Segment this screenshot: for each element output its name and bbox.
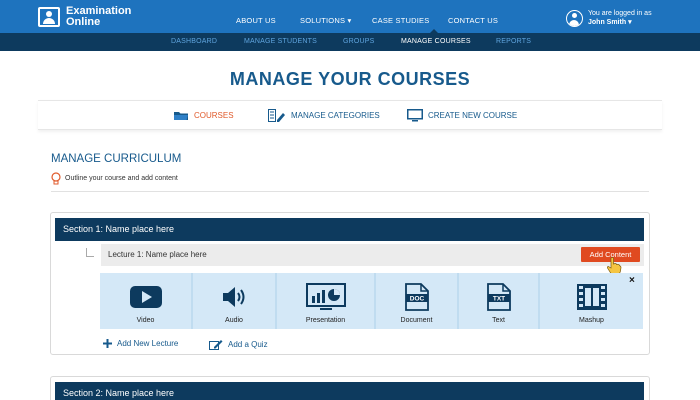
nav-solutions-label: SOLUTIONS [300, 16, 346, 25]
curriculum-hint: Outline your course and add content [51, 172, 178, 185]
film-strip-icon [576, 284, 607, 310]
tab-courses-label: COURSES [194, 111, 234, 120]
svg-text:DOC: DOC [409, 296, 424, 303]
tab-courses[interactable]: COURSES [173, 110, 234, 121]
content-mashup[interactable]: Mashup [540, 273, 643, 329]
plus-icon [103, 339, 112, 348]
doc-file-icon: DOC [404, 283, 429, 311]
add-quiz-link[interactable]: Add a Quiz [209, 339, 268, 350]
curriculum-hint-text: Outline your course and add content [65, 175, 178, 182]
edit-list-icon [268, 109, 285, 122]
lightbulb-icon [51, 172, 61, 185]
lecture-row[interactable]: Lecture 1: Name place here [101, 244, 644, 266]
tree-connector [86, 248, 94, 257]
nav-case-studies[interactable]: CASE STUDIES [372, 16, 429, 25]
txt-file-icon: TXT [486, 283, 511, 311]
nav-about-us[interactable]: ABOUT US [236, 16, 276, 25]
page-title: MANAGE YOUR COURSES [229, 69, 471, 89]
speaker-icon [223, 287, 245, 307]
section-header[interactable]: Section 1: Name place here [55, 218, 644, 241]
nav-contact-us[interactable]: CONTACT US [448, 16, 498, 25]
content-audio[interactable]: Audio [193, 273, 277, 329]
content-text-label: Text [492, 317, 505, 324]
content-text[interactable]: TXT Text [459, 273, 540, 329]
tab-create-new-course[interactable]: CREATE NEW COURSE [407, 109, 517, 122]
content-document[interactable]: DOC Document [376, 273, 459, 329]
brand-name: Examination Online [66, 6, 131, 28]
subnav-manage-courses[interactable]: MANAGE COURSES [401, 38, 471, 45]
content-video-label: Video [136, 317, 155, 324]
subnav-dashboard[interactable]: DASHBOARD [171, 38, 217, 45]
chevron-down-icon: ▾ [347, 16, 352, 25]
presentation-icon [305, 283, 346, 310]
user-chevron-down-icon: ▾ [628, 19, 632, 26]
nav-solutions[interactable]: SOLUTIONS ▾ [300, 16, 351, 25]
content-document-label: Document [400, 317, 433, 324]
active-caret-icon [430, 29, 438, 33]
section-header-2[interactable]: Section 2: Name place here [55, 382, 644, 400]
divider [51, 191, 649, 192]
edit-note-icon [209, 340, 223, 350]
tab-manage-categories-label: MANAGE CATEGORIES [291, 111, 380, 120]
brand-logo[interactable]: Examination Online [38, 6, 131, 28]
content-video[interactable]: Video [100, 273, 193, 329]
user-name: John Smith [588, 19, 627, 26]
content-presentation[interactable]: Presentation [277, 273, 376, 329]
brand-line-2: Online [66, 16, 101, 28]
content-presentation-label: Presentation [305, 317, 346, 324]
content-mashup-label: Mashup [579, 317, 604, 324]
subnav-reports[interactable]: REPORTS [496, 38, 531, 45]
video-play-icon [129, 286, 162, 308]
add-new-lecture-link[interactable]: Add New Lecture [103, 339, 178, 348]
content-audio-label: Audio [225, 317, 243, 324]
user-avatar-icon [566, 9, 583, 27]
monitor-icon [407, 109, 423, 122]
subnav-manage-students[interactable]: MANAGE STUDENTS [244, 38, 317, 45]
tab-manage-categories[interactable]: MANAGE CATEGORIES [268, 109, 380, 122]
subnav-groups[interactable]: GROUPS [343, 38, 375, 45]
login-status: You are logged in as [588, 10, 652, 17]
tab-create-new-course-label: CREATE NEW COURSE [428, 111, 518, 120]
svg-text:TXT: TXT [492, 296, 504, 303]
add-quiz-label: Add a Quiz [228, 340, 268, 349]
folder-icon [174, 112, 188, 120]
close-icon[interactable]: × [629, 276, 635, 286]
logo-icon [38, 7, 60, 27]
add-new-lecture-label: Add New Lecture [117, 339, 179, 348]
curriculum-title: MANAGE CURRICULUM [51, 153, 182, 165]
user-menu[interactable]: You are logged in as John Smith ▾ [566, 9, 652, 27]
